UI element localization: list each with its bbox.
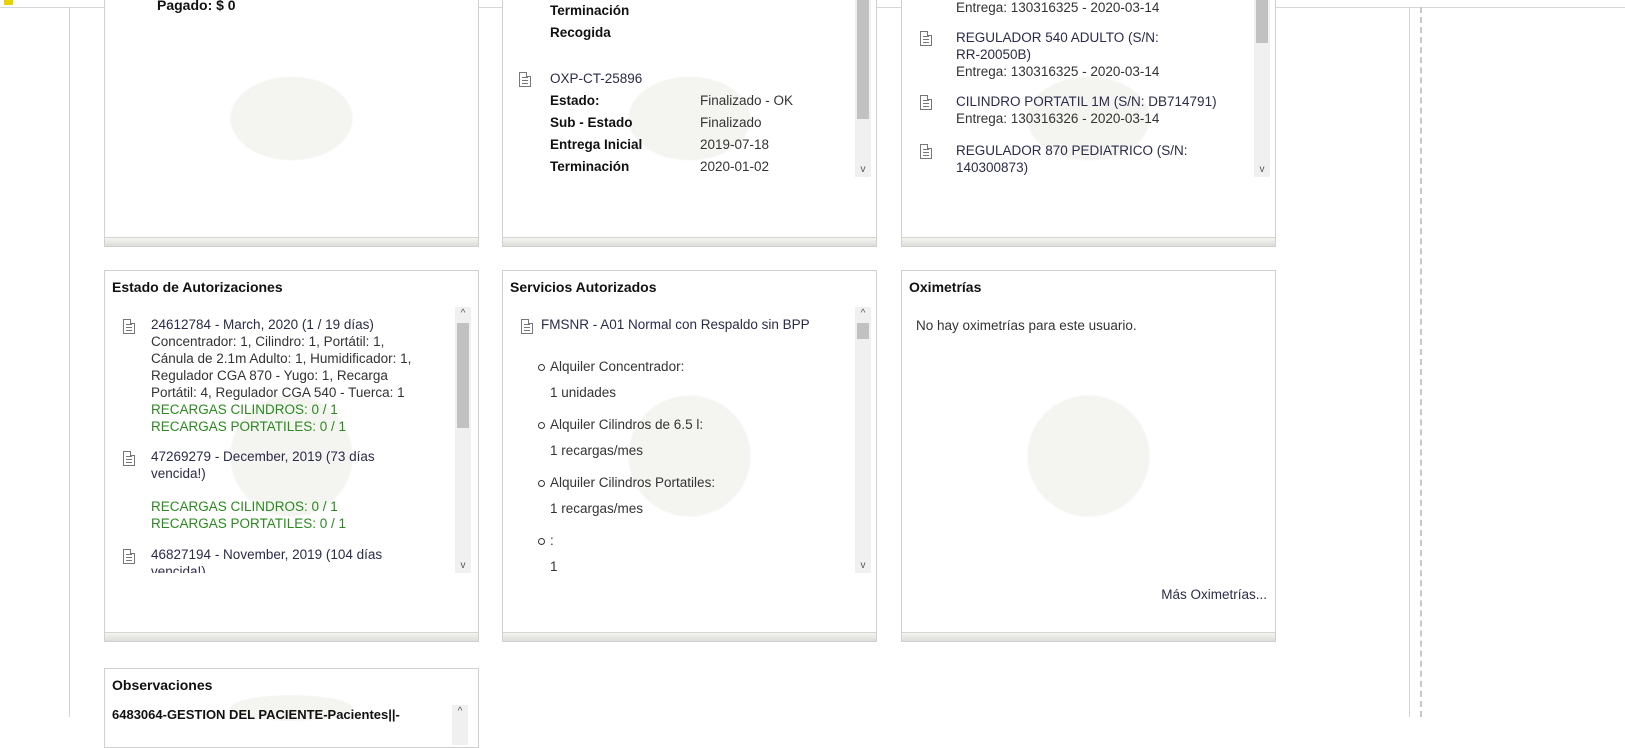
- recargas-portatiles: RECARGAS PORTATILES: 0 / 1: [151, 516, 347, 531]
- servicio-link[interactable]: FMSNR - A01 Normal con Respaldo sin BPP: [541, 316, 810, 333]
- scrollbar-thumb[interactable]: [857, 0, 869, 119]
- autorizacion-link-cont[interactable]: vencida!): [151, 465, 206, 482]
- autorizacion-detail: Regulador CGA 870 - Yugo: 1, Recarga: [151, 368, 388, 383]
- observacion-text: 6483064-GESTION DEL PACIENTE-Pacientes||…: [112, 707, 400, 722]
- panel-title: Servicios Autorizados: [510, 279, 657, 295]
- servicio-item-name: Alquiler Cilindros de 6.5 l:: [550, 417, 704, 432]
- pagado-text: Pagado: $ 0: [157, 0, 236, 13]
- panel-oximetrias: Oximetrías No hay oximetrías para este u…: [901, 270, 1276, 642]
- entrega-inicial-value: 2019-07-18: [700, 137, 770, 152]
- page-left-border: [69, 7, 70, 717]
- scrollbar[interactable]: ^: [452, 705, 468, 745]
- page-right-border: [1409, 7, 1410, 717]
- document-icon: [920, 31, 932, 46]
- autorizacion-detail: Cánula de 2.1m Adulto: 1, Humidificador:…: [151, 351, 412, 366]
- subestado-label: Sub - Estado: [550, 115, 633, 130]
- entrega-text: Entrega: 130316325 - 2020-03-14: [956, 64, 1160, 79]
- autorizacion-link[interactable]: 46827194 - November, 2019 (104 días: [151, 546, 382, 563]
- servicio-item-value: 1 recargas/mes: [550, 501, 644, 516]
- servicio-item-value: 1 recargas/mes: [550, 443, 644, 458]
- scroll-down-arrow[interactable]: v: [1254, 163, 1270, 177]
- toolbar-icon[interactable]: [4, 0, 13, 5]
- equipo-name-cont[interactable]: 140300873): [956, 159, 1028, 176]
- servicio-item-name: :: [550, 533, 554, 548]
- mas-oximetrias-link[interactable]: Más Oximetrías...: [1161, 587, 1267, 602]
- servicios-list[interactable]: FMSNR - A01 Normal con Respaldo sin BPP …: [513, 307, 871, 573]
- panel-observaciones: Observaciones 6483064-GESTION DEL PACIEN…: [104, 668, 479, 748]
- entrega-text: Entrega: 130316325 - 2020-03-14: [956, 0, 1160, 15]
- recargas-cilindros: RECARGAS CILINDROS: 0 / 1: [151, 499, 338, 514]
- empty-state-text: No hay oximetrías para este usuario.: [916, 318, 1137, 333]
- ordenes-list[interactable]: Terminación Recogida OXP-CT-25896 Estado…: [513, 0, 871, 177]
- scrollbar[interactable]: ^ v: [455, 307, 471, 573]
- panel-footer: [105, 632, 478, 641]
- equipo-name[interactable]: REGULADOR 870 PEDIATRICO (S/N:: [956, 142, 1188, 159]
- list-bullet: [538, 422, 545, 429]
- recargas-cilindros: RECARGAS CILINDROS: 0 / 1: [151, 402, 338, 417]
- scrollbar-thumb[interactable]: [1256, 0, 1268, 43]
- equipo-name-cont[interactable]: RR-20050B): [956, 46, 1031, 63]
- autorizacion-link-cont[interactable]: vencida!): [151, 563, 206, 573]
- document-icon: [920, 144, 932, 159]
- terminacion-value: 2020-01-02: [700, 159, 770, 174]
- scroll-down-arrow[interactable]: v: [455, 559, 471, 573]
- equipo-name[interactable]: CILINDRO PORTATIL 1M (S/N: DB714791): [956, 93, 1217, 110]
- list-bullet: [538, 480, 545, 487]
- list-bullet: [538, 538, 545, 545]
- autorizacion-link[interactable]: 24612784 - March, 2020 (1 / 19 días): [151, 316, 374, 333]
- panel-title: Observaciones: [112, 677, 213, 693]
- terminacion-label-2: Terminación: [550, 159, 630, 174]
- scroll-down-arrow[interactable]: v: [855, 559, 871, 573]
- document-icon: [123, 451, 135, 466]
- document-icon: [920, 95, 932, 110]
- document-icon: [521, 319, 533, 334]
- scrollbar-thumb[interactable]: [457, 323, 469, 428]
- servicio-item-value: 1 unidades: [550, 385, 617, 400]
- equipo-name[interactable]: REGULADOR 540 ADULTO (S/N:: [956, 29, 1159, 46]
- autorizacion-detail: Concentrador: 1, Cilindro: 1, Portátil: …: [151, 334, 385, 349]
- autorizaciones-list[interactable]: 24612784 - March, 2020 (1 / 19 días) Con…: [115, 307, 471, 573]
- order-link[interactable]: OXP-CT-25896: [550, 70, 642, 87]
- estado-value: Finalizado - OK: [700, 93, 794, 108]
- list-bullet: [538, 364, 545, 371]
- entrega-inicial-label: Entrega Inicial: [550, 137, 643, 152]
- panel-equipos: Entrega: 130316325 - 2020-03-14 REGULADO…: [901, 0, 1276, 247]
- panel-title: Estado de Autorizaciones: [112, 279, 283, 295]
- servicio-item-value: 1: [550, 559, 558, 573]
- scroll-up-arrow[interactable]: ^: [455, 307, 471, 321]
- autorizacion-link[interactable]: 47269279 - December, 2019 (73 días: [151, 448, 375, 465]
- panel-ordenes: Terminación Recogida OXP-CT-25896 Estado…: [502, 0, 877, 247]
- panel-title: Oximetrías: [909, 279, 982, 295]
- page-dashed-divider: [1420, 7, 1422, 717]
- panel-footer: [902, 632, 1275, 641]
- servicio-item-name: Alquiler Cilindros Portatiles:: [550, 475, 716, 490]
- panel-estado-autorizaciones: Estado de Autorizaciones 24612784 - Marc…: [104, 270, 479, 642]
- autorizacion-detail: Portátil: 4, Regulador CGA 540 - Tuerca:…: [151, 385, 405, 400]
- panel-pagos: Pagado: $ 0: [104, 0, 479, 247]
- panel-footer: [503, 632, 876, 641]
- document-icon: [123, 549, 135, 564]
- subestado-value: Finalizado: [700, 115, 762, 130]
- panel-footer: [105, 237, 478, 246]
- scrollbar-thumb[interactable]: [857, 323, 869, 339]
- panel-footer: [503, 237, 876, 246]
- equipos-list[interactable]: Entrega: 130316325 - 2020-03-14 REGULADO…: [912, 0, 1270, 177]
- recargas-portatiles: RECARGAS PORTATILES: 0 / 1: [151, 419, 347, 434]
- panel-servicios-autorizados: Servicios Autorizados FMSNR - A01 Normal…: [502, 270, 877, 642]
- document-icon: [123, 319, 135, 334]
- scrollbar[interactable]: v: [1254, 0, 1270, 177]
- recogida-label: Recogida: [550, 25, 611, 40]
- terminacion-label: Terminación: [550, 3, 630, 18]
- document-icon: [519, 72, 531, 87]
- entrega-text: Entrega: 130316326 - 2020-03-14: [956, 111, 1160, 126]
- scroll-down-arrow[interactable]: v: [855, 163, 871, 177]
- scrollbar[interactable]: ^ v: [855, 307, 871, 573]
- scrollbar[interactable]: v: [855, 0, 871, 177]
- scroll-up-arrow[interactable]: ^: [855, 307, 871, 321]
- panel-footer: [902, 237, 1275, 246]
- estado-label: Estado:: [550, 93, 600, 108]
- servicio-item-name: Alquiler Concentrador:: [550, 359, 685, 374]
